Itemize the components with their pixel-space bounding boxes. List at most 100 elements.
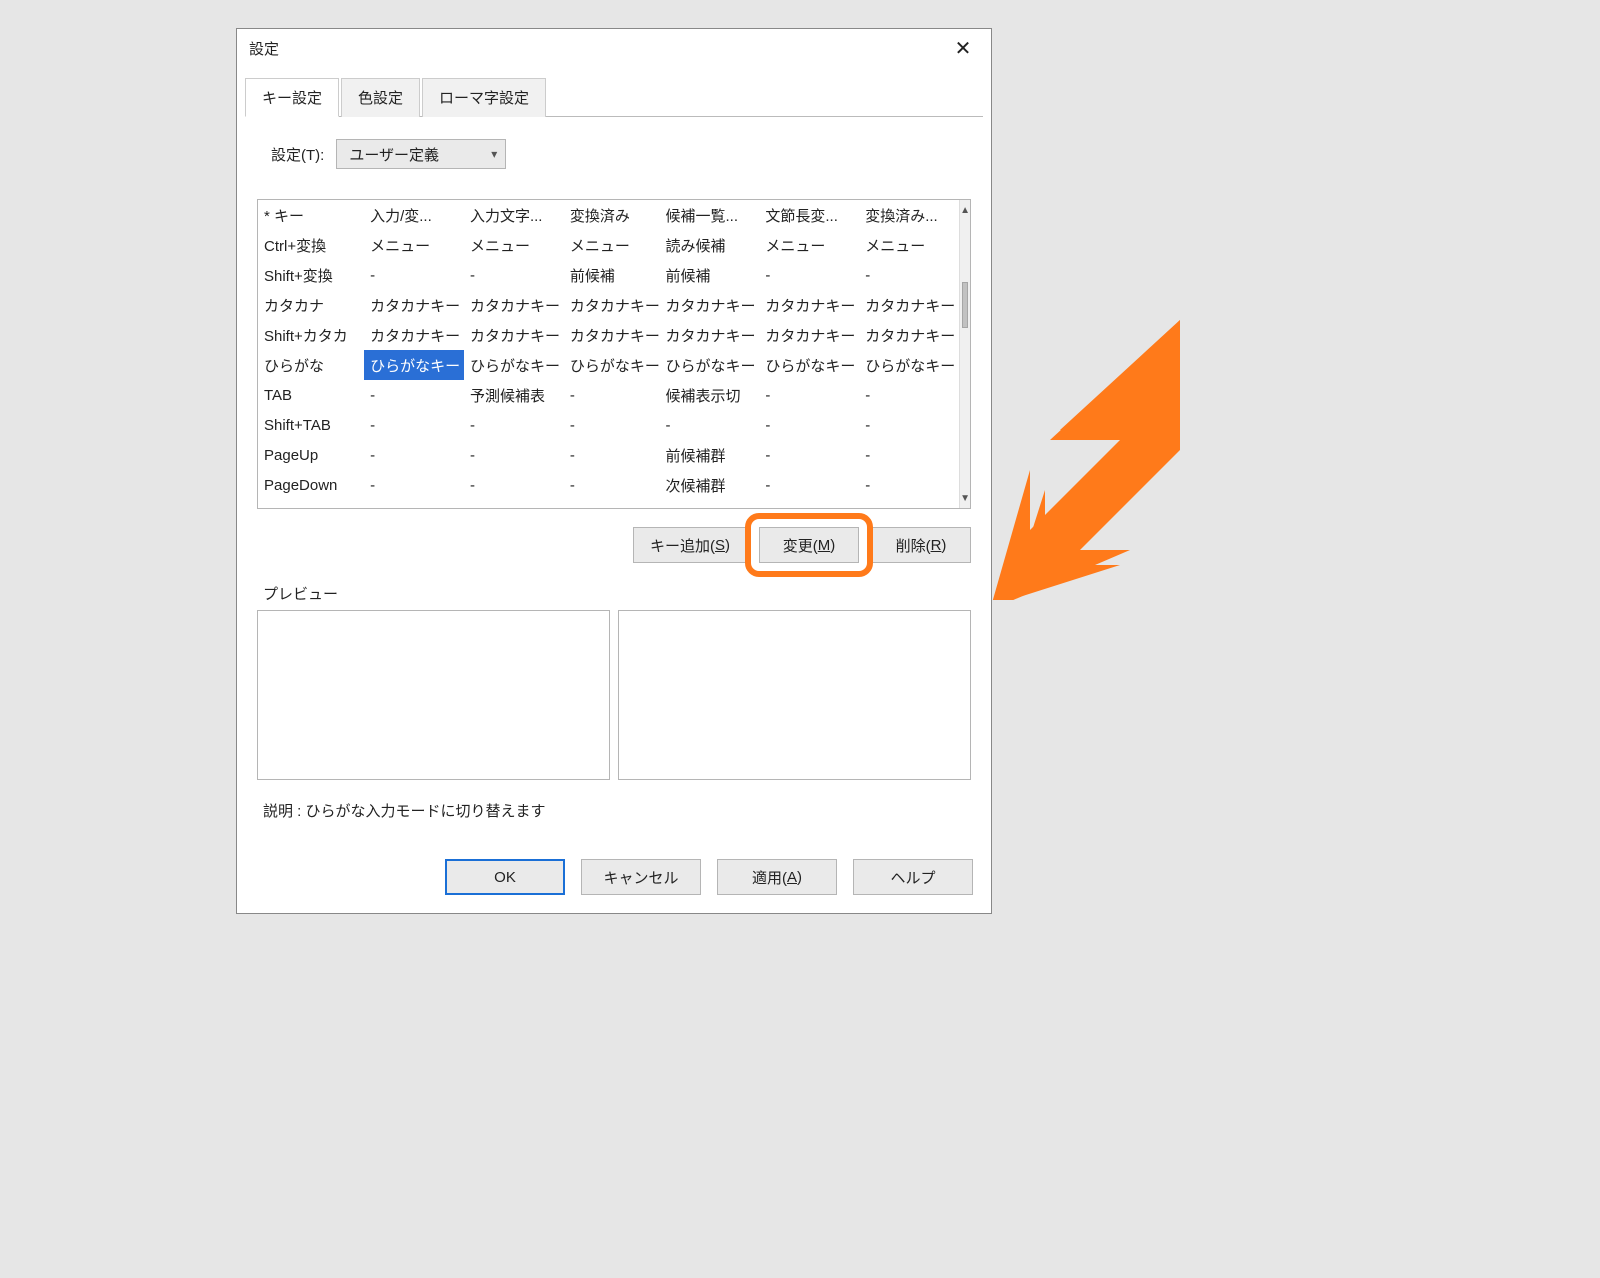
column-header[interactable]: 文節長変...	[759, 200, 859, 230]
cell[interactable]: -	[759, 260, 859, 290]
table-row[interactable]: Shift+TAB------	[258, 410, 959, 440]
scroll-up-icon[interactable]: ▲	[960, 200, 970, 220]
cell[interactable]: カタカナキー	[464, 320, 564, 350]
tab-1[interactable]: 色設定	[341, 78, 420, 117]
cell[interactable]: -	[759, 440, 859, 470]
cell[interactable]: -	[859, 380, 959, 410]
column-header[interactable]: 入力/変...	[364, 200, 464, 230]
dialog-button-row: OK キャンセル 適用(A) ヘルプ	[237, 841, 991, 913]
cell[interactable]: メニュー	[759, 230, 859, 260]
cell[interactable]: 候補表示切	[660, 380, 760, 410]
cell[interactable]: -	[364, 440, 464, 470]
cell[interactable]: -	[564, 470, 660, 500]
help-button[interactable]: ヘルプ	[853, 859, 973, 895]
cell[interactable]: 読み候補	[660, 230, 760, 260]
column-header[interactable]: 変換済み...	[859, 200, 959, 230]
column-header[interactable]: 候補一覧...	[660, 200, 760, 230]
table-scrollbar[interactable]: ▲ ▼	[959, 200, 970, 508]
table-row[interactable]: カタカナカタカナキーカタカナキーカタカナキーカタカナキーカタカナキーカタカナキー	[258, 290, 959, 320]
cell[interactable]: メニュー	[364, 230, 464, 260]
cell[interactable]: -	[464, 260, 564, 290]
cell[interactable]: -	[464, 440, 564, 470]
cell[interactable]: ひらがなキー	[660, 350, 760, 380]
table-row[interactable]: Shift+カタカカタカナキーカタカナキーカタカナキーカタカナキーカタカナキーカ…	[258, 320, 959, 350]
tab-0[interactable]: キー設定	[245, 78, 339, 117]
cell[interactable]: -	[859, 410, 959, 440]
cell[interactable]: カタカナキー	[564, 320, 660, 350]
key-cell[interactable]: TAB	[258, 380, 364, 410]
cell[interactable]: メニュー	[859, 230, 959, 260]
cell[interactable]: カタカナキー	[564, 290, 660, 320]
cell[interactable]: カタカナキー	[759, 290, 859, 320]
cell[interactable]: 前候補	[660, 260, 760, 290]
cell[interactable]: -	[464, 470, 564, 500]
cell[interactable]: 前候補	[564, 260, 660, 290]
cell[interactable]: カタカナキー	[464, 290, 564, 320]
column-header[interactable]: 変換済み	[564, 200, 660, 230]
table-row[interactable]: TAB-予測候補表-候補表示切--	[258, 380, 959, 410]
cell[interactable]: -	[759, 470, 859, 500]
scroll-down-icon[interactable]: ▼	[960, 488, 970, 508]
column-header[interactable]: * キー	[258, 200, 364, 230]
close-button[interactable]: ✕	[941, 33, 985, 63]
key-cell[interactable]: Ctrl+変換	[258, 230, 364, 260]
cell[interactable]: -	[759, 380, 859, 410]
cell[interactable]: 前候補群	[660, 440, 760, 470]
key-cell[interactable]: カタカナ	[258, 290, 364, 320]
cell[interactable]: -	[364, 470, 464, 500]
cell[interactable]: ひらがなキー	[759, 350, 859, 380]
cell[interactable]: -	[564, 440, 660, 470]
cell[interactable]: カタカナキー	[660, 320, 760, 350]
cell[interactable]: -	[859, 470, 959, 500]
cell[interactable]: 次候補群	[660, 470, 760, 500]
table-row[interactable]: PageUp---前候補群--	[258, 440, 959, 470]
cell[interactable]: ひらがなキー	[364, 350, 464, 380]
add-key-button[interactable]: キー追加(S)	[633, 527, 747, 563]
cell[interactable]: -	[859, 260, 959, 290]
cell[interactable]: カタカナキー	[364, 320, 464, 350]
cancel-button[interactable]: キャンセル	[581, 859, 701, 895]
tab-2[interactable]: ローマ字設定	[422, 78, 546, 117]
settings-combo[interactable]: ユーザー定義 ▾	[336, 139, 506, 169]
cell[interactable]: ひらがなキー	[859, 350, 959, 380]
cell[interactable]: -	[364, 410, 464, 440]
cell[interactable]: 予測候補表	[464, 380, 564, 410]
key-cell[interactable]: PageDown	[258, 470, 364, 500]
cell[interactable]: メニュー	[564, 230, 660, 260]
cell[interactable]: カタカナキー	[859, 320, 959, 350]
key-cell[interactable]: Shift+カタカ	[258, 320, 364, 350]
cell[interactable]: カタカナキー	[364, 290, 464, 320]
key-cell[interactable]: Shift+変換	[258, 260, 364, 290]
cell[interactable]: -	[859, 440, 959, 470]
cell[interactable]: カタカナキー	[759, 320, 859, 350]
apply-button[interactable]: 適用(A)	[717, 859, 837, 895]
cell[interactable]: -	[364, 260, 464, 290]
ok-button[interactable]: OK	[445, 859, 565, 895]
modify-button[interactable]: 変更(M)	[759, 527, 859, 563]
cell[interactable]: -	[564, 380, 660, 410]
chevron-down-icon: ▾	[491, 147, 497, 161]
preview-label: プレビュー	[263, 583, 971, 604]
key-cell[interactable]: Shift+TAB	[258, 410, 364, 440]
cell[interactable]: -	[364, 380, 464, 410]
key-cell[interactable]: PageUp	[258, 440, 364, 470]
cell[interactable]: ひらがなキー	[464, 350, 564, 380]
table-row[interactable]: ひらがなひらがなキーひらがなキーひらがなキーひらがなキーひらがなキーひらがなキー	[258, 350, 959, 380]
delete-button[interactable]: 削除(R)	[871, 527, 971, 563]
key-bindings-table[interactable]: * キー入力/変...入力文字...変換済み候補一覧...文節長変...変換済み…	[258, 200, 959, 500]
cell[interactable]: -	[660, 410, 760, 440]
cell[interactable]: カタカナキー	[660, 290, 760, 320]
table-row[interactable]: Shift+変換--前候補前候補--	[258, 260, 959, 290]
column-header[interactable]: 入力文字...	[464, 200, 564, 230]
cell[interactable]: -	[464, 410, 564, 440]
cell[interactable]: -	[759, 410, 859, 440]
cell[interactable]: メニュー	[464, 230, 564, 260]
table-row[interactable]: PageDown---次候補群--	[258, 470, 959, 500]
cell[interactable]: カタカナキー	[859, 290, 959, 320]
cell[interactable]: ひらがなキー	[564, 350, 660, 380]
cell[interactable]: -	[564, 410, 660, 440]
scroll-track[interactable]	[960, 220, 970, 488]
table-row[interactable]: Ctrl+変換メニューメニューメニュー読み候補メニューメニュー	[258, 230, 959, 260]
key-cell[interactable]: ひらがな	[258, 350, 364, 380]
scroll-thumb[interactable]	[962, 282, 968, 328]
